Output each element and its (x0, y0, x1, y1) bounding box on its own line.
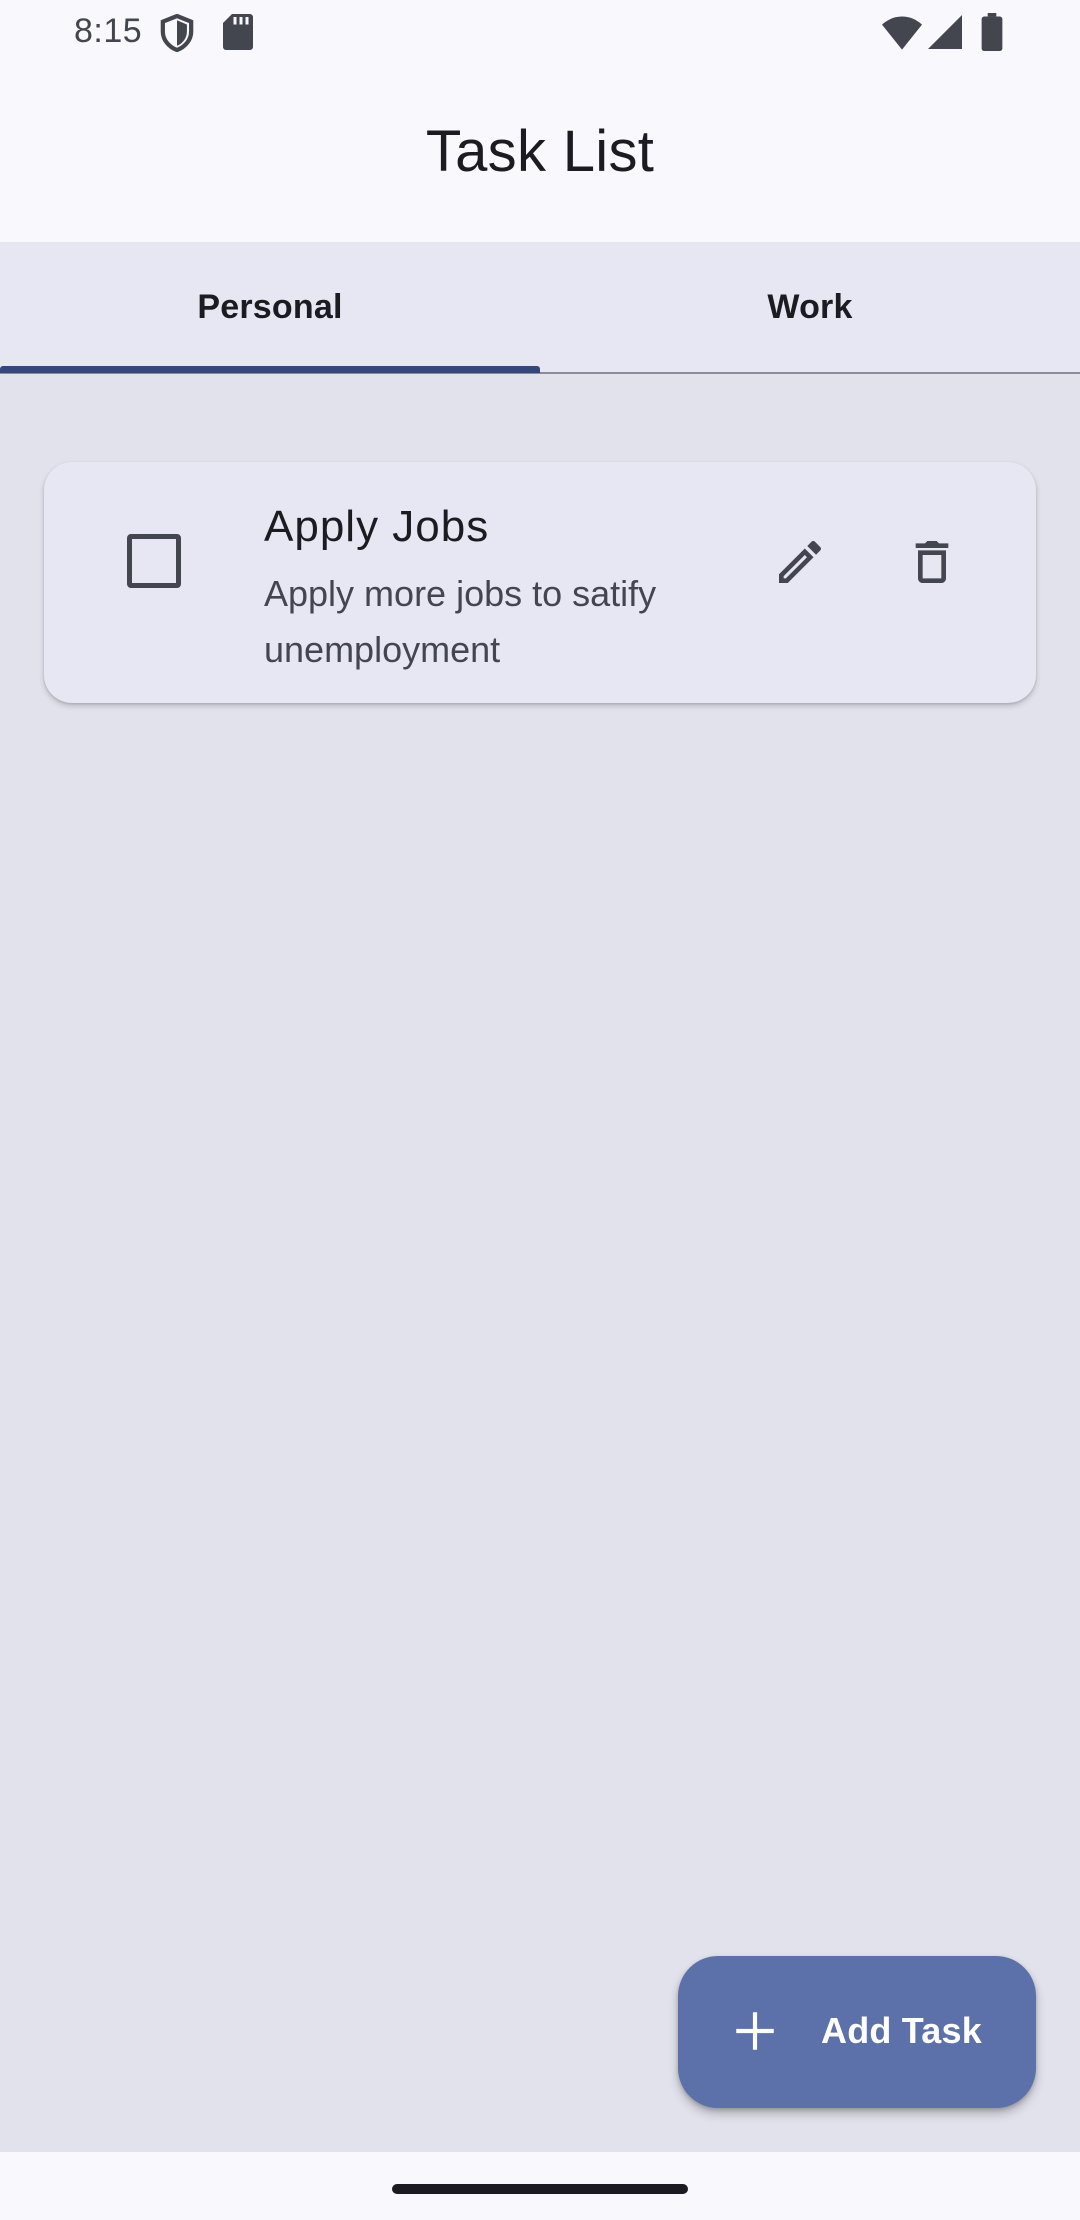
add-task-button[interactable]: Add Task (678, 1956, 1036, 2108)
app-bar: Task List (0, 64, 1080, 242)
home-gesture-handle[interactable] (392, 2184, 688, 2194)
tab-work[interactable]: Work (540, 242, 1080, 372)
status-bar: 8:15 (0, 0, 1080, 64)
tab-personal[interactable]: Personal (0, 242, 540, 372)
plus-icon (736, 2012, 774, 2050)
task-checkbox[interactable] (127, 534, 181, 588)
task-card: Apply Jobs Apply more jobs to satify une… (44, 462, 1036, 703)
tab-personal-label: Personal (197, 287, 343, 326)
cell-signal-icon (928, 15, 962, 49)
trash-icon (915, 541, 949, 583)
task-description: Apply more jobs to satify unemployment (264, 573, 657, 670)
delete-task-button[interactable] (896, 526, 968, 598)
task-title: Apply Jobs (264, 502, 490, 551)
add-task-label: Add Task (821, 2010, 982, 2051)
tab-bar: Personal Work (0, 242, 1080, 374)
battery-icon (981, 13, 1003, 51)
sd-card-icon (223, 14, 253, 50)
edit-task-button[interactable] (764, 526, 836, 598)
wifi-icon (882, 16, 922, 50)
tab-work-label: Work (767, 287, 853, 326)
tab-indicator (0, 366, 540, 373)
page-title: Task List (425, 119, 655, 184)
navigation-bar (0, 2152, 1080, 2220)
shield-icon (160, 14, 194, 52)
pencil-icon (779, 540, 822, 583)
status-time: 8:15 (74, 12, 143, 50)
